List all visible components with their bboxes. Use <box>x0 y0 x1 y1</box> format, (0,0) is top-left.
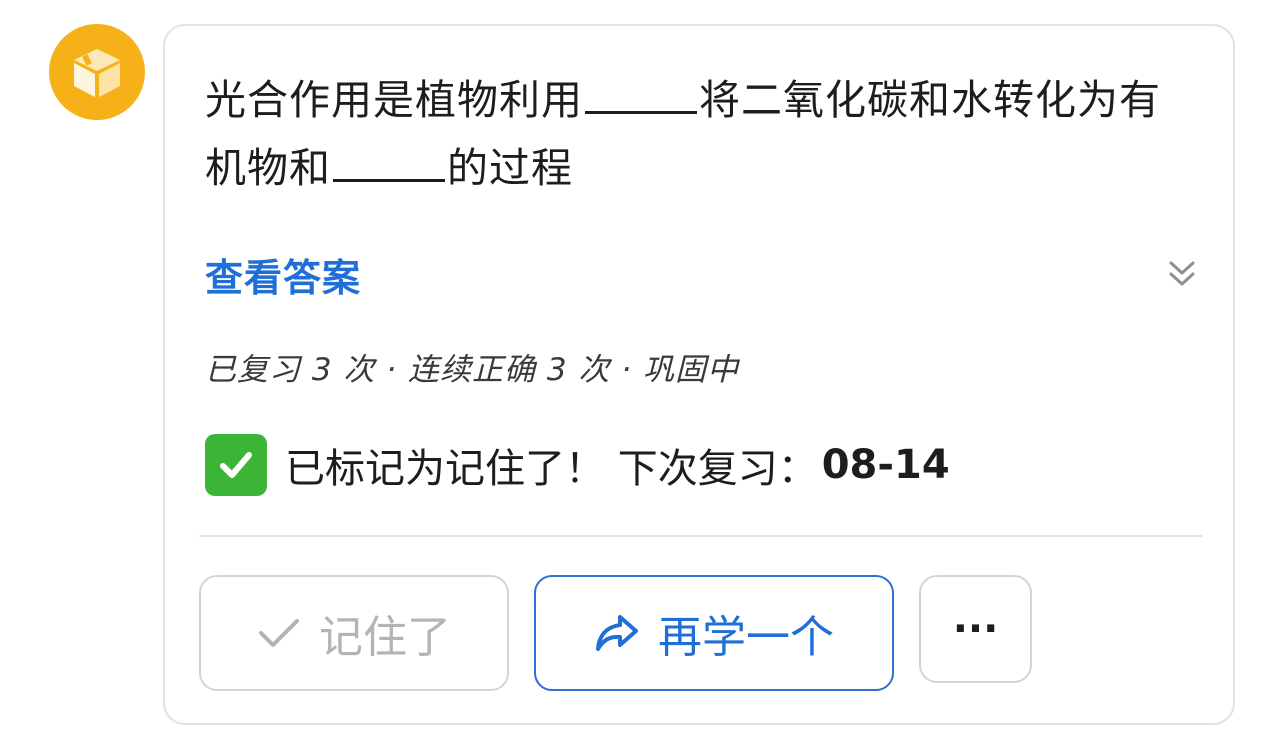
more-icon: ··· <box>952 606 999 652</box>
learn-another-button[interactable]: 再学一个 <box>534 575 894 691</box>
show-answer-label[interactable]: 查看答案 <box>205 247 361 302</box>
more-button[interactable]: ··· <box>919 575 1032 683</box>
check-mark-button-icon <box>205 434 267 496</box>
answer-blank-2 <box>333 144 445 182</box>
share-arrow-icon <box>596 615 638 651</box>
question-text: 光合作用是植物利用 将二氧化碳和水转化为有机物和 的过程 <box>205 76 1161 192</box>
remembered-button[interactable]: 记住了 <box>199 575 509 691</box>
flashcard: 光合作用是植物利用 将二氧化碳和水转化为有机物和 的过程 查看答案 已复习 3 次 … <box>163 24 1235 725</box>
check-icon <box>259 619 299 647</box>
show-answer-toggle[interactable]: 查看答案 <box>205 244 1205 304</box>
chevron-double-down-icon[interactable] <box>1165 257 1199 291</box>
status-message: 已标记为记住了！ 下次复习： 08-14 <box>205 432 950 498</box>
review-stats: 已复习 3 次 · 连续正确 3 次 · 巩固中 <box>205 352 739 388</box>
remembered-label: 记住了 <box>319 612 451 663</box>
answer-blank-1 <box>585 76 697 114</box>
box-icon <box>74 49 120 97</box>
status-text: 已标记为记住了！ 下次复习： <box>285 446 818 492</box>
next-review-date: 08-14 <box>821 442 950 488</box>
learn-another-label: 再学一个 <box>658 612 834 663</box>
bot-avatar <box>49 24 145 120</box>
divider <box>199 535 1202 537</box>
